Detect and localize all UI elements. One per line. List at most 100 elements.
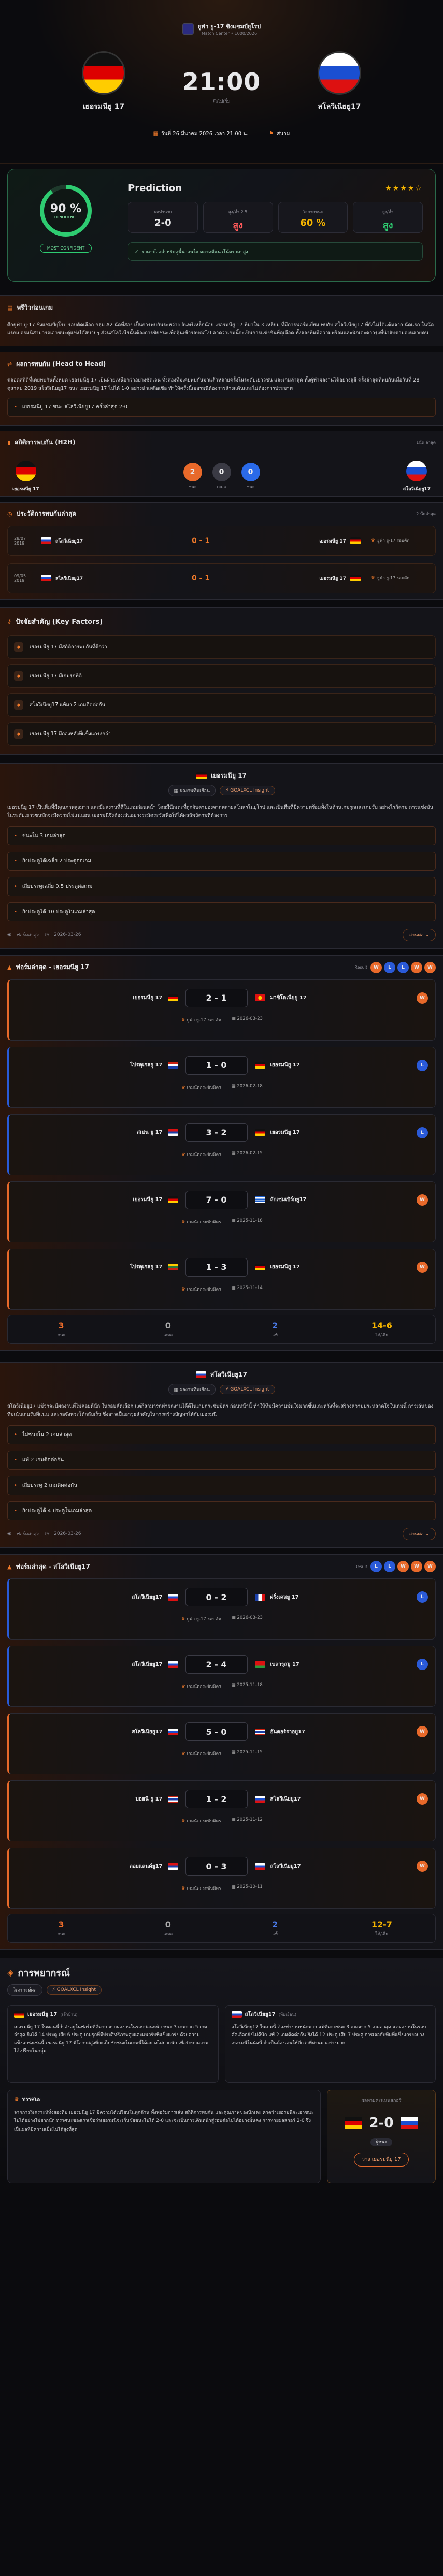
clock-icon: ◷ xyxy=(45,1531,49,1537)
match-score: 0 - 1 xyxy=(191,536,210,545)
pred-label: ผลทายคะแนนสกอร์ xyxy=(361,2098,402,2104)
h2h-section: ⇄ ผลการพบกัน (Head to Head) ตลอดสถิติที่เ… xyxy=(0,352,443,426)
form-match-row[interactable]: เยอรมนียู 17 7 - 0 ลักเซมเบิร์กยู17 W ♛ … xyxy=(7,1181,436,1242)
prediction-cell: สูง/ต่ำ 2.5 สูง xyxy=(203,202,273,233)
competition: เกมนัดกระชับมิตร xyxy=(187,1751,221,1757)
section-title: ปัจจัยสำคัญ (Key Factors) xyxy=(16,618,103,626)
tag-label: GOALXCL Insight xyxy=(230,1386,269,1392)
match-date: 2026-02-18 xyxy=(237,1083,263,1089)
home-team: สโลวีเนียยู17 xyxy=(132,1661,163,1667)
calendar-icon: ▦ xyxy=(231,1083,236,1089)
result-badge: L xyxy=(417,1659,428,1671)
away-flag-icon xyxy=(254,1196,265,1204)
summary-cell: 2 แพ้ xyxy=(222,1321,328,1338)
cell-value: 2-0 xyxy=(154,217,172,228)
match-status: ยังไม่เริ่ม xyxy=(212,99,231,105)
away-flag-icon xyxy=(350,575,361,582)
form-match-row[interactable]: โปรตุเกสยู 17 1 - 0 เยอรมนียู 17 L ♛ เกม… xyxy=(7,1046,436,1108)
form-match-row[interactable]: โปรตุเกสยู 17 1 - 3 เยอรมนียู 17 W ♛ เกม… xyxy=(7,1248,436,1310)
result-badge: W xyxy=(411,961,422,973)
tag-away-stats[interactable]: ▦ ผลงานทีมเยือน xyxy=(168,1383,216,1395)
document-icon: ▤ xyxy=(7,304,13,311)
away-team: เบลารุสยู 17 xyxy=(270,1661,299,1667)
key-factor-item: ◆ เยอรมนียู 17 มีเกมรุกที่ดี xyxy=(7,664,436,688)
match-date: 28/07 2019 xyxy=(14,536,26,546)
h2h-match-row[interactable]: 09/05 2019 สโลวีเนียยู17 0 - 1 เยอรมนียู… xyxy=(7,563,436,593)
trophy-icon: ♛ xyxy=(370,575,376,581)
home-tag: (เจ้าบ้าน) xyxy=(60,2012,78,2017)
form-label: ฟอร์มล่าสุด xyxy=(16,932,40,938)
h2h-match-row[interactable]: 28/07 2019 สโลวีเนียยู17 0 - 1 เยอรมนียู… xyxy=(7,525,436,556)
form-match-row[interactable]: เยอรมนียู 17 2 - 1 มาซิโดเนียยู 17 W ♛ ย… xyxy=(7,979,436,1041)
tag-label: ผลงานทีมเยือน xyxy=(179,1387,210,1393)
trophy-icon: ♛ xyxy=(370,538,376,544)
result-badge: L xyxy=(397,961,409,973)
summary-label: ชนะ xyxy=(57,1931,65,1937)
summary-value: 12-7 xyxy=(371,1920,392,1930)
trophy-icon: ♛ xyxy=(181,1085,185,1090)
away-team-analysis: สโลวีเนียยู17 ▦ ผลงานทีมเยือน ⚡ GOALXCL I… xyxy=(0,1362,443,1548)
prediction-cell: สูง/ต่ำสูง xyxy=(353,202,423,233)
away-flag-icon xyxy=(254,1062,265,1069)
form-match-row[interactable]: บอสนี ยู 17 1 - 2 สโลวีเนียยู17 W ♛ เกมน… xyxy=(7,1780,436,1842)
result-badge: L xyxy=(384,961,395,973)
form-match-row[interactable]: สโลวีเนียยู17 5 - 0 อันดอร์ราอยู17 W ♛ เ… xyxy=(7,1713,436,1775)
home-team: เยอรมนียู 17 xyxy=(133,1197,163,1203)
form-icon: ▲ xyxy=(7,1563,12,1570)
match-date: 2025-11-15 xyxy=(237,1750,263,1755)
summary-value: 14-6 xyxy=(371,1320,392,1330)
section-title: ฟอร์มล่าสุด - เยอรมนียู 17 xyxy=(16,963,89,971)
form-match-row[interactable]: สโลวีเนียยู17 2 - 4 เบลารุสยู 17 L ♛ เกม… xyxy=(7,1646,436,1707)
away-team: เยอรมนียู 17 xyxy=(270,1130,300,1136)
home-team: สโลวีเนียยู17 xyxy=(132,1729,163,1735)
tag-insight[interactable]: ⚡ GOALXCL Insight xyxy=(46,1985,102,1995)
recent-h2h-section: ◷ ประวัติการพบกันล่าสุด 2 นัดล่าสุด 28/07 … xyxy=(0,502,443,600)
result-badge: L xyxy=(417,1591,428,1603)
cell-value: สูง xyxy=(382,220,393,231)
h2h-text: ตลอดสถิติที่เคยพบกันทั้งหมด เยอรมนียู 17… xyxy=(7,377,420,392)
tag-insight[interactable]: ⚡ GOALXCL Insight xyxy=(220,785,275,795)
calendar-icon: ▦ xyxy=(153,131,159,137)
read-more-button[interactable]: อ่านต่อ ⌄ xyxy=(402,1528,436,1541)
tag-home-stats[interactable]: ▦ ผลงานทีมเยือน xyxy=(168,784,216,796)
cell-value: สูง xyxy=(233,220,244,231)
key-factor-item: ◆ เยอรมนียู 17 มีกองหลังที่แข็งแกร่งกว่า xyxy=(7,722,436,746)
away-flag-icon xyxy=(254,994,265,1002)
away-team: เยอรมนียู 17 xyxy=(270,1062,300,1069)
summary-value: 0 xyxy=(165,1920,171,1930)
competition: เกมนัดกระชับมิตร xyxy=(187,1684,221,1690)
prediction-title: Prediction xyxy=(128,183,182,194)
away-flag xyxy=(318,51,361,95)
tag-analysis[interactable]: วิเคราะห์ผล xyxy=(7,1984,42,1996)
league-name: ยูฟ่า ยู-17 ชิงแชมป์ยุโรป xyxy=(197,23,261,30)
calendar-icon: ▦ xyxy=(231,1218,236,1223)
form-match-row[interactable]: สโลวีเนียยู17 0 - 2 ฝรั่งเศสยู 17 L ♛ ยู… xyxy=(7,1578,436,1640)
h2h-stats-section: ▮ สถิติการพบกัน (H2H) 1นัด ล่าสุด เยอรมนีย… xyxy=(0,430,443,497)
cell-label: สูง/ต่ำ xyxy=(382,210,394,214)
winner-button[interactable]: วาง เยอรมนียู 17 xyxy=(354,2153,409,2167)
competition: เกมนัดกระชับมิตร xyxy=(187,1286,221,1292)
home-flag-icon xyxy=(41,537,51,545)
form-match-row[interactable]: ลอยแลนด์ยู17 0 - 3 สโลวีเนียยู17 W ♛ เกม… xyxy=(7,1848,436,1909)
competition: ยูฟ่า ยู-17 รอบคัด xyxy=(187,1617,221,1622)
stats-icon: ▦ xyxy=(174,1387,179,1393)
read-more-button[interactable]: อ่านต่อ ⌄ xyxy=(402,928,436,941)
away-flag-icon xyxy=(254,1661,265,1668)
home-flag-icon xyxy=(167,1795,178,1803)
rating-stars: ★★★★☆ xyxy=(385,184,423,193)
final-verdict-card: ♛ ทรรศนะ จากการวิเคราะห์ทั้งสองทีม เยอรมน… xyxy=(7,2090,321,2184)
match-score: 3 - 2 xyxy=(185,1123,248,1142)
form-match-row[interactable]: สเปน ยู 17 3 - 2 เยอรมนียู 17 L ♛ เกมนัด… xyxy=(7,1114,436,1175)
match-date: วันที่ 26 มีนาคม 2026 เวลา 21:00 น. xyxy=(161,131,249,137)
calendar-icon: ▦ xyxy=(231,1150,236,1156)
calendar-icon: ▦ xyxy=(231,1884,236,1890)
prediction-cell: ผลทำนาย 2-0 xyxy=(128,202,198,233)
result-badge: W xyxy=(417,1861,428,1872)
away-team: เยอรมนียู 17 xyxy=(319,576,346,581)
tag-insight[interactable]: ⚡ GOALXCL Insight xyxy=(220,1384,275,1394)
match-date: 2025-10-11 xyxy=(237,1884,263,1890)
confidence-label: CONFIDENCE xyxy=(53,215,78,219)
team-name: เยอรมนียู 17 xyxy=(211,771,247,779)
away-wins-label: ชนะ xyxy=(246,484,255,489)
home-team: บอสนี ยู 17 xyxy=(135,1796,163,1802)
